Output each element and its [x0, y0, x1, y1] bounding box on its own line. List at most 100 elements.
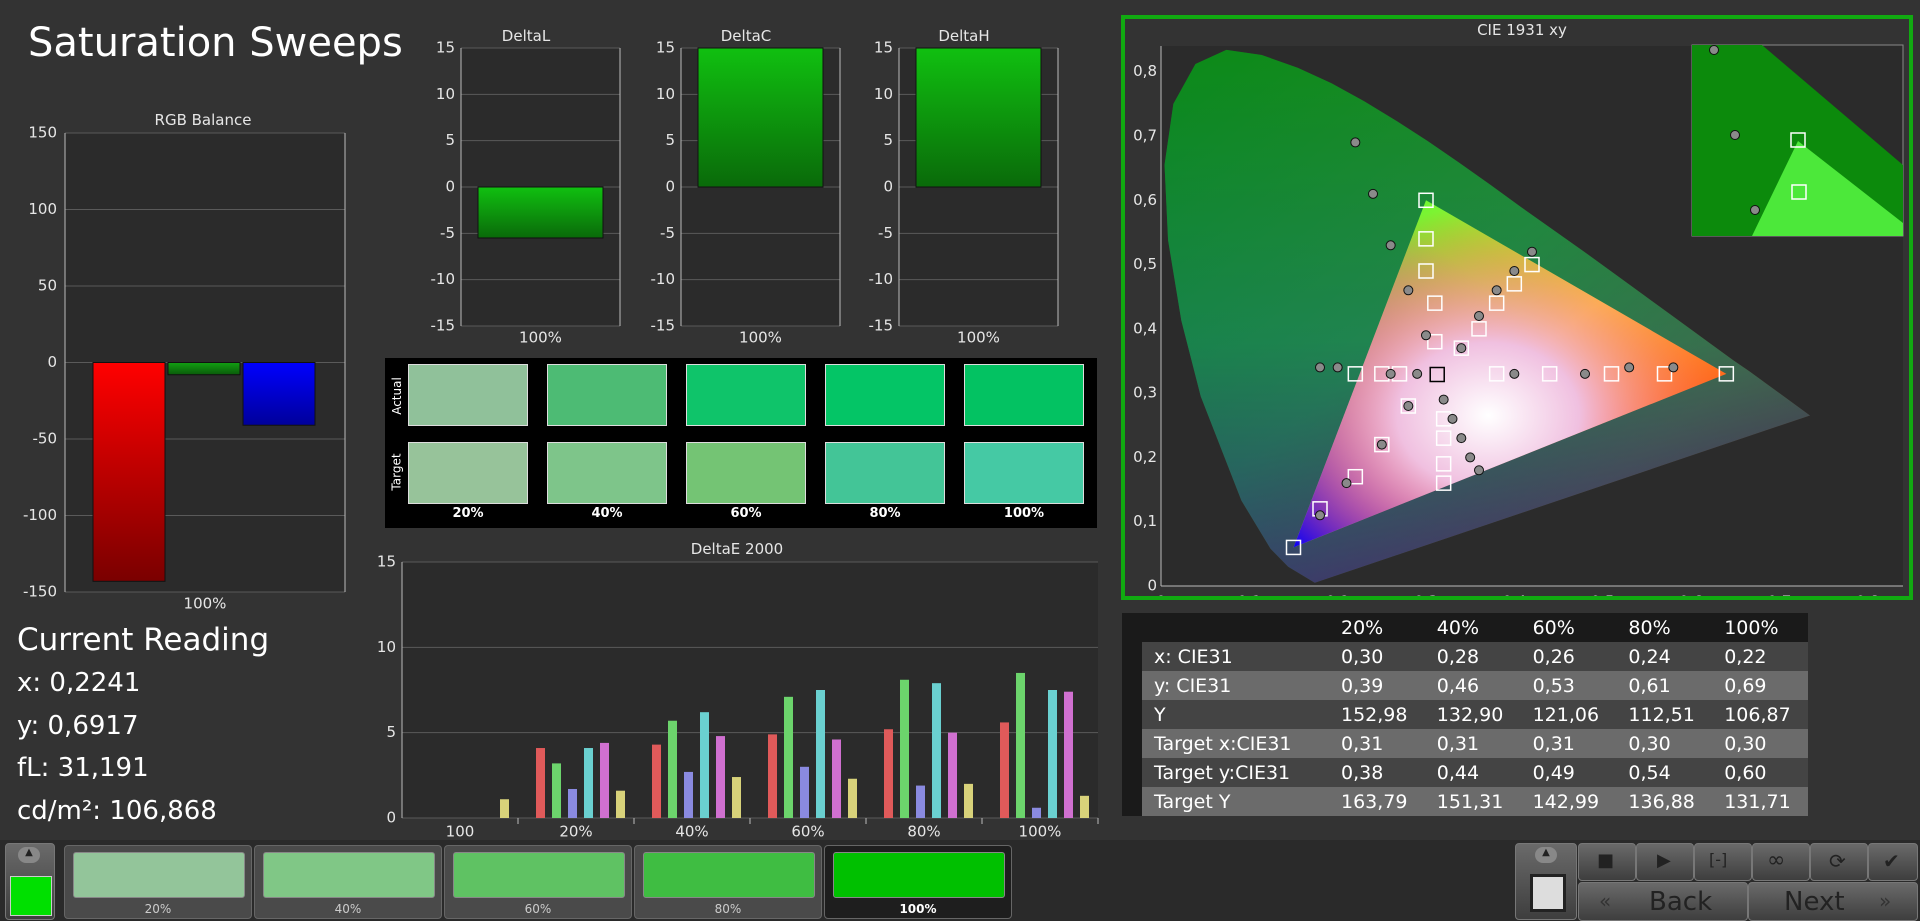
actual-swatch	[964, 364, 1084, 426]
measured-point	[1350, 137, 1361, 148]
tick-label: 100	[28, 200, 57, 218]
table-cell: 0,61	[1616, 671, 1713, 700]
deltae-bar	[1032, 807, 1041, 818]
back-button[interactable]: « Back	[1578, 882, 1748, 921]
y-tick-label: 0,3	[1133, 384, 1157, 402]
tick-label: 10	[874, 85, 893, 103]
table-cell: 0,30	[1329, 642, 1425, 671]
swatch-label: 80%	[869, 506, 901, 521]
deltae-bar	[584, 748, 593, 818]
measured-point	[1315, 510, 1325, 521]
page-title: Saturation Sweeps	[28, 20, 403, 66]
refresh-button[interactable]: ⟳	[1810, 843, 1868, 881]
table-header-row: 20% 40% 60% 80% 100%	[1122, 613, 1808, 642]
deltae-bar	[1000, 722, 1009, 818]
table-header: 20%	[1329, 613, 1425, 642]
measure-button[interactable]: [-]	[1694, 843, 1752, 881]
table-cell: 0,31	[1424, 729, 1521, 758]
tick-label: 15	[436, 39, 455, 57]
table-header: 60%	[1520, 613, 1617, 642]
measured-point	[1509, 368, 1520, 379]
actual-swatch	[408, 364, 528, 426]
x-tick-label: 0,1	[1237, 593, 1261, 597]
stop-button[interactable]: ■	[1578, 843, 1636, 881]
reading-x: x: 0,2241	[17, 668, 141, 698]
tick-label: 5	[445, 131, 455, 149]
deltae-bar	[500, 799, 509, 818]
x-axis-label: 100	[446, 823, 475, 839]
deltae-bar	[684, 771, 693, 818]
deltae-bar	[668, 720, 677, 818]
target-swatch	[825, 442, 945, 504]
deltae-bar	[832, 739, 841, 818]
table-cell: 0,39	[1329, 671, 1425, 700]
measured-point	[1438, 394, 1449, 405]
patch-button-60pct[interactable]: 60%	[444, 845, 632, 919]
continuous-button[interactable]: ∞	[1752, 843, 1810, 881]
blue-balance-bar	[242, 362, 316, 426]
deltae-bar	[1048, 690, 1057, 818]
patch-generator-button[interactable]: ▲	[1515, 843, 1577, 920]
tick-label: -5	[878, 224, 893, 242]
table-cell: 132,90	[1424, 700, 1521, 729]
next-button[interactable]: Next »	[1748, 882, 1918, 921]
patch-button-40pct[interactable]: 40%	[254, 845, 442, 919]
measured-point	[1474, 465, 1484, 476]
actual-swatch	[547, 364, 667, 426]
deltae-bar	[784, 696, 793, 818]
x-tick-label: 0,2	[1326, 593, 1350, 597]
measurement-table: 20% 40% 60% 80% 100% x: CIE31 0,30 0,28 0,2…	[1122, 613, 1808, 816]
tick-label: -150	[23, 583, 57, 601]
patch-swatch	[833, 852, 1005, 898]
measured-point	[1341, 478, 1352, 489]
tick-label: -100	[23, 506, 57, 524]
patch-swatch	[453, 852, 625, 898]
infinity-icon: ∞	[1767, 848, 1786, 873]
x-axis-label: 20%	[559, 823, 592, 839]
patch-button-20pct[interactable]: 20%	[64, 845, 252, 919]
next-label: Next	[1784, 887, 1845, 917]
chevron-up-icon[interactable]: ▲	[1535, 847, 1557, 863]
y-tick-label: 0,2	[1133, 448, 1157, 466]
measured-point	[1527, 246, 1537, 257]
play-button[interactable]: ▶	[1636, 843, 1694, 881]
row-label: x: CIE31	[1142, 642, 1329, 671]
table-row: y: CIE31 0,39 0,46 0,53 0,61 0,69	[1122, 671, 1808, 700]
x-axis-label: 100%	[519, 329, 562, 347]
measured-point	[1332, 362, 1343, 373]
deltae-bar	[948, 732, 957, 818]
table-row: Target y:CIE31 0,38 0,44 0,49 0,54 0,60	[1122, 758, 1808, 787]
tick-label: 15	[377, 553, 396, 571]
table-cell: 121,06	[1520, 700, 1617, 729]
table-cell: 152,98	[1329, 700, 1425, 729]
measured-point	[1385, 368, 1396, 379]
tick-label: -5	[660, 224, 675, 242]
patch-swatch	[263, 852, 435, 898]
target-swatch	[547, 442, 667, 504]
patch-selector[interactable]: ▲	[5, 843, 55, 920]
current-reading-title: Current Reading	[17, 622, 270, 658]
deltae-bar	[536, 748, 545, 818]
patch-button-80pct[interactable]: 80%	[634, 845, 822, 919]
swatch-label: 60%	[730, 506, 762, 521]
actual-row-label: Actual	[390, 377, 404, 415]
rgb-balance-chart: RGB Balance 150 100 50 0 -50 -100 -150 100%	[23, 111, 346, 610]
measured-point	[1668, 362, 1679, 373]
confirm-button[interactable]: ✔	[1868, 843, 1918, 881]
delta-h-bar	[915, 47, 1042, 188]
x-tick-label: 0,6	[1679, 593, 1703, 597]
tick-label: 5	[883, 131, 893, 149]
table-cell: 0,26	[1520, 642, 1617, 671]
table-cell: 0,24	[1616, 642, 1713, 671]
deltae-bar	[768, 734, 777, 818]
deltae-bar	[616, 790, 625, 818]
table-cell: 106,87	[1712, 700, 1808, 729]
deltae-bar	[1080, 795, 1089, 818]
table-cell: 0,44	[1424, 758, 1521, 787]
measured-point	[1376, 439, 1387, 450]
tick-label: -15	[651, 317, 676, 335]
chevron-up-icon[interactable]: ▲	[18, 847, 40, 863]
table-cell: 142,99	[1520, 787, 1617, 816]
swatch-label: 100%	[1003, 506, 1045, 521]
patch-button-100pct[interactable]: 100%	[824, 845, 1012, 919]
